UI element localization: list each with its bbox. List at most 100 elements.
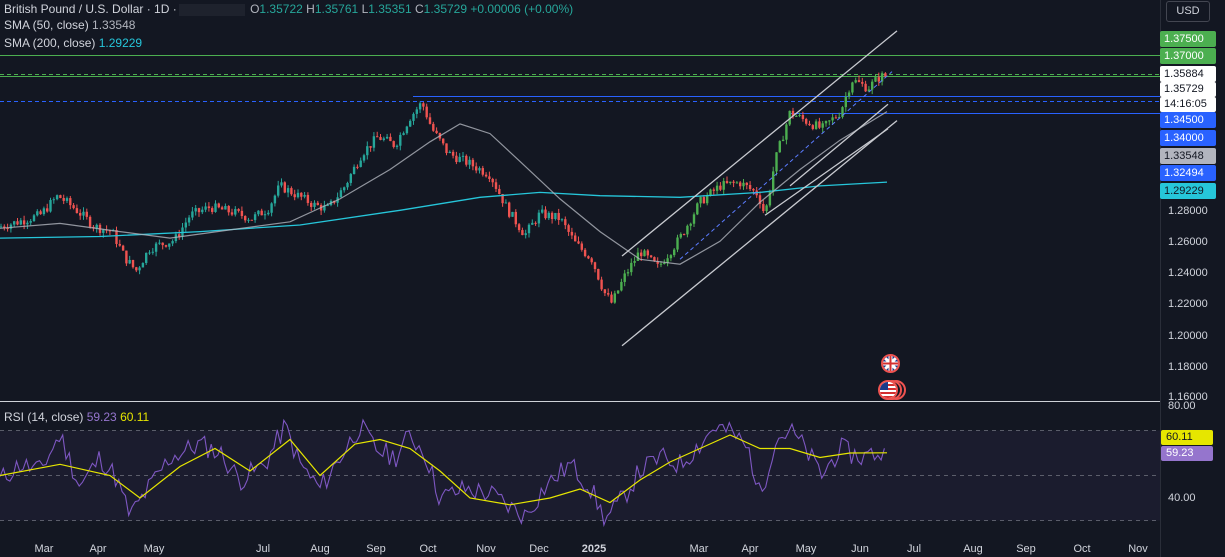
rsi-legend[interactable]: RSI (14, close) 59.23 60.11 — [4, 410, 149, 424]
candle-body — [55, 195, 59, 200]
candle-body — [649, 255, 653, 258]
price-tag-1.370: 1.37000 — [1160, 48, 1216, 64]
candle-body — [435, 130, 438, 134]
candle-body — [514, 211, 517, 225]
hidden-field — [178, 3, 245, 16]
candle-body — [303, 194, 306, 197]
candle-body — [115, 230, 118, 244]
candle-body — [362, 155, 366, 161]
candle-body — [306, 194, 310, 203]
candle-body — [415, 109, 418, 114]
candle-body — [702, 197, 706, 204]
candle-body — [626, 272, 630, 274]
candle-body — [445, 143, 448, 154]
close-key: C — [414, 2, 424, 16]
candle-body — [234, 209, 237, 215]
candle-body — [844, 96, 847, 108]
rsi-label: RSI (14, close) — [4, 410, 84, 424]
candle-body — [811, 125, 814, 129]
candle-body — [376, 136, 379, 138]
candle-body — [217, 203, 220, 208]
candle-body — [125, 250, 128, 264]
us-flag-icon[interactable] — [878, 379, 908, 400]
candle-body — [739, 182, 742, 187]
symbol-title: British Pound / U.S. Dollar · 1D · — [4, 2, 177, 16]
candle-body — [679, 234, 682, 238]
candle-body — [356, 166, 359, 168]
candle-body — [646, 250, 649, 256]
candle-body — [554, 212, 557, 220]
rsi-tick-80: 80.00 — [1168, 400, 1196, 412]
candle-body — [851, 82, 854, 93]
x-tick: Sep — [1016, 543, 1036, 555]
candle-body — [593, 262, 597, 270]
candle-body — [412, 113, 415, 121]
candle-body — [310, 202, 313, 207]
candle-body — [283, 182, 286, 193]
candle-body — [385, 136, 389, 139]
rsi-axis-tag: 59.23 — [1161, 446, 1213, 461]
currency-button[interactable]: USD — [1166, 1, 1210, 22]
uk-flag-icon[interactable] — [881, 354, 900, 373]
candle-body — [187, 217, 191, 223]
candle-body — [531, 222, 534, 225]
candle-body — [79, 212, 82, 216]
candle-body — [824, 121, 828, 124]
candle-body — [643, 250, 646, 257]
sma50-value: 1.33548 — [92, 18, 136, 32]
candle-body — [201, 209, 204, 213]
candle-body — [227, 206, 230, 213]
symbol-legend[interactable]: British Pound / U.S. Dollar · 1D · O1.35… — [4, 2, 573, 16]
candle-body — [46, 208, 49, 212]
candle-body — [669, 255, 673, 259]
candle-body — [729, 181, 732, 183]
candle-body — [138, 267, 141, 271]
candle-body — [168, 243, 171, 247]
high-key: H — [306, 2, 315, 16]
candle-body — [442, 138, 445, 144]
candle-body — [544, 209, 547, 219]
candle-body — [742, 182, 745, 187]
y-tick: 1.18000 — [1168, 361, 1208, 373]
sma50-axis-tag: 1.33548 — [1160, 148, 1216, 164]
candle-body — [511, 211, 514, 217]
sma50-line — [0, 111, 888, 265]
candle-body — [861, 81, 864, 84]
candle-body — [834, 117, 838, 119]
candle-body — [273, 195, 277, 204]
candle-body — [478, 168, 481, 171]
candle-body — [857, 80, 861, 82]
candle-body — [16, 221, 19, 225]
candle-body — [240, 210, 244, 217]
candle-body — [623, 273, 626, 282]
change-value: +0.00006 (+0.00%) — [470, 2, 574, 16]
candle-body — [382, 138, 385, 140]
candle-body — [541, 209, 544, 213]
candle-body — [62, 197, 65, 201]
candle-body — [39, 211, 42, 215]
sma50-label: SMA (50, close) — [4, 18, 89, 32]
candle-body — [471, 159, 475, 167]
candle-body — [610, 294, 613, 303]
candle-body — [494, 182, 498, 189]
candle-body — [488, 176, 491, 179]
candle-body — [663, 263, 666, 265]
candle-body — [29, 221, 32, 223]
sma200-label: SMA (200, close) — [4, 36, 96, 50]
candle-body — [808, 123, 811, 126]
candle-body — [560, 219, 564, 221]
candle-body — [244, 216, 247, 221]
candle-body — [395, 145, 399, 147]
sma200-legend[interactable]: SMA (200, close) 1.29229 — [4, 36, 142, 50]
candle-body — [59, 195, 62, 198]
candle-body — [211, 208, 214, 212]
price-tag-high: 1.35884 — [1160, 66, 1216, 82]
sma50-legend[interactable]: SMA (50, close) 1.33548 — [4, 18, 135, 32]
candle-body — [22, 220, 26, 225]
candle-body — [461, 155, 465, 157]
candle-body — [9, 224, 13, 229]
candle-body — [26, 222, 29, 225]
candle-body — [613, 293, 616, 303]
candle-body — [699, 197, 702, 204]
chart-canvas[interactable] — [0, 0, 1225, 557]
